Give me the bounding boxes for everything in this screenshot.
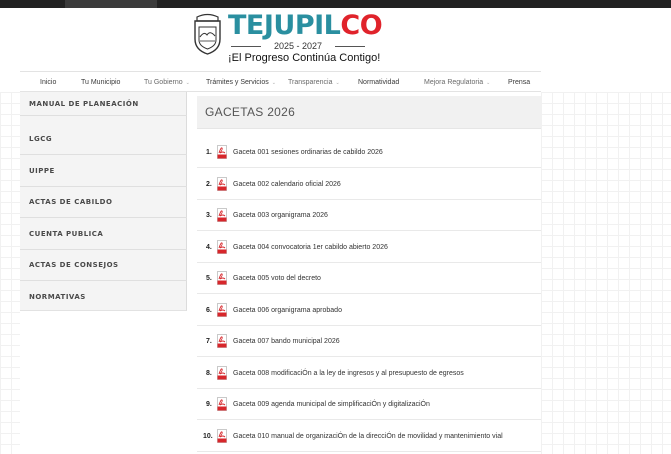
document-link[interactable]: Gaceta 008 modificaciÓn a la ley de ingr… <box>233 358 464 389</box>
top-bar-tab <box>65 0 157 8</box>
document-row: 1. Gaceta 001 sesiones ordinarias de cabi… <box>197 137 541 168</box>
document-link[interactable]: Gaceta 005 voto del decreto <box>233 263 321 294</box>
document-row: 7. Gaceta 007 bando municipal 2026 <box>197 326 541 357</box>
document-link[interactable]: Gaceta 001 sesiones ordinarias de cabild… <box>233 137 383 168</box>
sidebar-item-lgcg[interactable]: LGCG <box>20 123 187 155</box>
sidebar-item-uippe[interactable]: UIPPE <box>20 155 187 187</box>
document-row: 9. Gaceta 009 agenda municipal de simplif… <box>197 389 541 420</box>
document-number: 6. <box>206 306 212 314</box>
document-link[interactable]: Gaceta 006 organigrama aprobado <box>233 295 342 326</box>
document-link[interactable]: Gaceta 010 manual de organizaciÓn de la … <box>233 421 503 452</box>
pdf-icon[interactable] <box>217 208 227 222</box>
sidebar-item-label: ACTAS DE CABILDO <box>29 198 113 206</box>
main-content: GACETAS 2026 1. Gaceta 001 sesiones ordin… <box>197 92 541 454</box>
site-logo[interactable]: TEJUPILCO 2025 - 2027 ¡El Progreso Conti… <box>188 11 388 67</box>
chevron-down-icon: ⌄ <box>271 80 276 86</box>
pdf-icon[interactable] <box>217 334 227 348</box>
document-number: 7. <box>206 338 212 345</box>
sidebar-item-cuenta-publica[interactable]: CUENTA PUBLICA <box>20 218 187 250</box>
document-number: 3. <box>206 212 212 219</box>
sidebar-item-label: CUENTA PUBLICA <box>29 230 104 238</box>
document-link[interactable]: Gaceta 002 calendario oficial 2026 <box>233 169 341 200</box>
background-pattern-right <box>541 92 671 454</box>
document-link[interactable]: Gaceta 003 organigrama 2026 <box>233 200 328 231</box>
document-row: 8. Gaceta 008 modificaciÓn a la ley de in… <box>197 358 541 389</box>
nav-item-transparencia[interactable]: Transparencia ⌄ <box>288 72 340 93</box>
municipal-seal-icon <box>194 13 221 55</box>
document-number: 4. <box>206 243 212 251</box>
sidebar-item-actas-consejos[interactable]: ACTAS DE CONSEJOS <box>20 249 187 281</box>
brand-name: TEJUPILCO <box>228 10 383 41</box>
nav-item-label: Tu Gobierno <box>144 79 183 86</box>
pdf-icon[interactable] <box>217 365 227 380</box>
main-nav: Inicio Tu Municipio Tu Gobierno ⌄ Trámite… <box>20 71 541 92</box>
pdf-icon[interactable] <box>217 302 227 317</box>
chevron-down-icon: ⌄ <box>185 80 190 86</box>
pdf-icon[interactable] <box>217 176 227 191</box>
background-pattern-left <box>0 92 20 454</box>
nav-item-label: Mejora Regulatoria <box>424 79 484 86</box>
nav-item-label: Prensa <box>508 79 531 86</box>
document-row: 10. Gaceta 010 manual de organizaciÓn de … <box>197 421 541 452</box>
sidebar: MANUAL DE PLANEACIÓN LGCG UIPPE ACTAS DE… <box>20 92 187 311</box>
document-row: 5. Gaceta 005 voto del decreto <box>197 263 541 294</box>
nav-item-mejora-regulatoria[interactable]: Mejora Regulatoria ⌄ <box>424 72 490 93</box>
nav-item-normatividad[interactable]: Normatividad <box>358 72 399 93</box>
browser-top-bar <box>0 0 671 8</box>
slogan: ¡El Progreso Continúa Contigo! <box>228 52 381 64</box>
nav-item-prensa[interactable]: Prensa <box>508 72 530 93</box>
document-row: 2. Gaceta 002 calendario oficial 2026 <box>197 169 541 200</box>
page-title: GACETAS 2026 <box>205 105 296 119</box>
document-row: 4. Gaceta 004 convocatoria 1er cabildo ab… <box>197 232 541 263</box>
document-number: 5. <box>206 275 212 282</box>
pdf-icon[interactable] <box>217 145 227 159</box>
brand-name-main: TEJUPIL <box>228 10 341 41</box>
pdf-icon[interactable] <box>217 239 227 254</box>
chevron-down-icon: ⌄ <box>486 80 491 86</box>
sidebar-item-normativas[interactable]: NORMATIVAS <box>20 281 187 313</box>
document-link[interactable]: Gaceta 009 agenda municipal de simplific… <box>233 389 430 420</box>
sidebar-item-manual-planeacion[interactable]: MANUAL DE PLANEACIÓN <box>20 92 187 116</box>
document-link[interactable]: Gaceta 004 convocatoria 1er cabildo abie… <box>233 232 388 263</box>
document-row: 3. Gaceta 003 organigrama 2026 <box>197 200 541 231</box>
nav-item-label: Transparencia <box>288 79 333 86</box>
document-number: 2. <box>206 180 212 188</box>
nav-item-label: Normatividad <box>358 79 400 86</box>
pdf-icon[interactable] <box>217 428 227 443</box>
document-number: 9. <box>206 401 212 408</box>
nav-item-tramites[interactable]: Trámites y Servicios ⌄ <box>206 72 276 93</box>
nav-item-label: Trámites y Servicios <box>206 79 269 86</box>
nav-item-label: Tu Municipio <box>81 79 121 86</box>
sidebar-item-label: ACTAS DE CONSEJOS <box>29 261 119 269</box>
sidebar-item-actas-cabildo[interactable]: ACTAS DE CABILDO <box>20 186 187 218</box>
section-header: GACETAS 2026 <box>197 96 541 129</box>
chevron-down-icon: ⌄ <box>335 80 340 86</box>
document-row: 6. Gaceta 006 organigrama aprobado <box>197 295 541 326</box>
sidebar-item-label: NORMATIVAS <box>29 293 86 301</box>
sidebar-item-label: MANUAL DE PLANEACIÓN <box>29 100 139 108</box>
document-link[interactable]: Gaceta 007 bando municipal 2026 <box>233 326 340 357</box>
sidebar-item-label: UIPPE <box>29 167 55 175</box>
nav-item-label: Inicio <box>40 79 57 86</box>
sidebar-item-label: LGCG <box>29 135 53 143</box>
pdf-icon[interactable] <box>217 271 227 285</box>
nav-item-tu-gobierno[interactable]: Tu Gobierno ⌄ <box>144 72 190 93</box>
document-number: 8. <box>206 369 212 377</box>
nav-item-inicio[interactable]: Inicio <box>40 72 56 93</box>
nav-item-tu-municipio[interactable]: Tu Municipio <box>81 72 120 93</box>
brand-name-accent: CO <box>340 10 383 41</box>
document-number: 1. <box>206 149 212 156</box>
pdf-icon[interactable] <box>217 397 227 411</box>
document-number: 10. <box>203 432 213 440</box>
